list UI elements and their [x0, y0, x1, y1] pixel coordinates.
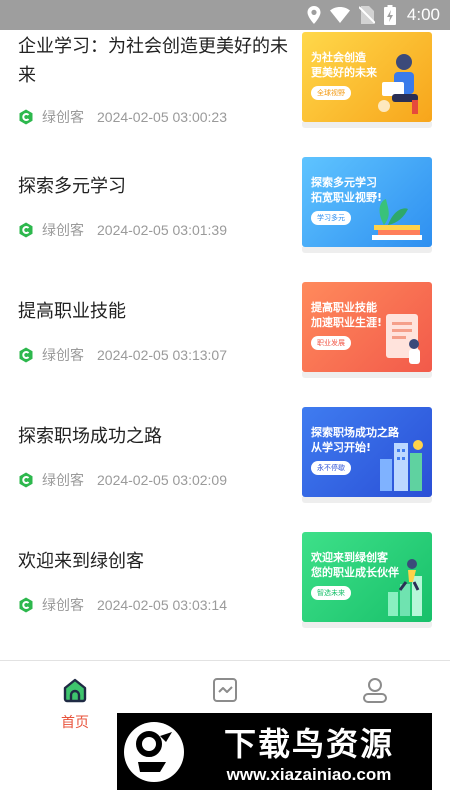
- article-title[interactable]: 探索多元学习: [18, 172, 293, 201]
- source-name: 绿创客: [42, 348, 84, 364]
- article-thumbnail[interactable]: 提高职业技能 加速职业生涯! 职业发展: [302, 282, 432, 372]
- thumbnail-line: 提高职业技能: [311, 301, 377, 314]
- thumbnail-line: 更美好的未来: [311, 66, 377, 79]
- home-icon: [63, 678, 87, 703]
- thumbnail-tag: 学习多元: [311, 211, 351, 225]
- battery-charging-icon: [383, 5, 396, 25]
- article-meta: 绿创客 2024-02-05 03:13:07: [18, 345, 227, 365]
- thumbnail-line: 加速职业生涯!: [311, 316, 383, 329]
- thumbnail-shadow: [302, 372, 432, 378]
- article-thumbnail[interactable]: 欢迎来到绿创客 您的职业成长伙伴 智选未来: [302, 532, 432, 622]
- bird-logo: [124, 722, 184, 782]
- article-feed[interactable]: 企业学习：为社会创造更美好的未来 绿创客 2024-02-05 03:00:23…: [0, 30, 450, 660]
- location-icon: [307, 6, 321, 24]
- thumbnail-line: 从学习开始!: [311, 441, 372, 454]
- article-title[interactable]: 企业学习：为社会创造更美好的未来: [18, 32, 293, 90]
- publish-date: 2024-02-05 03:01:39: [97, 222, 227, 238]
- source-logo-icon: [19, 472, 33, 488]
- thumbnail-shadow: [302, 497, 432, 503]
- status-icons: 4:00: [307, 0, 440, 30]
- article-title[interactable]: 欢迎来到绿创客: [18, 547, 293, 576]
- thumbnail-tag: 职业发展: [311, 336, 351, 350]
- article-item[interactable]: 探索职场成功之路 绿创客 2024-02-05 03:02:09 探索职场成功之…: [0, 405, 450, 530]
- article-meta: 绿创客 2024-02-05 03:01:39: [18, 220, 227, 240]
- article-item[interactable]: 企业学习：为社会创造更美好的未来 绿创客 2024-02-05 03:00:23…: [0, 30, 450, 155]
- status-time: 4:00: [406, 5, 440, 24]
- watermark-title: 下载鸟资源: [223, 725, 394, 763]
- publish-date: 2024-02-05 03:02:09: [97, 472, 227, 488]
- article-thumbnail[interactable]: 探索职场成功之路 从学习开始! 永不停歇: [302, 407, 432, 497]
- article-item[interactable]: 探索多元学习 绿创客 2024-02-05 03:01:39 探索多元学习 拓宽…: [0, 155, 450, 280]
- profile-icon: [363, 678, 387, 703]
- article-title[interactable]: 探索职场成功之路: [18, 422, 293, 451]
- status-bar: 4:00: [0, 0, 450, 30]
- source-name: 绿创客: [42, 110, 84, 126]
- publish-date: 2024-02-05 03:13:07: [97, 347, 227, 363]
- climbing-person-art: [388, 559, 422, 616]
- thumbnail-shadow: [302, 622, 432, 628]
- chart-icon: [213, 678, 237, 702]
- article-item[interactable]: 提高职业技能 绿创客 2024-02-05 03:13:07 提高职业技能 加速…: [0, 280, 450, 405]
- thumbnail-tag: 永不停歇: [311, 461, 351, 475]
- article-meta: 绿创客 2024-02-05 03:00:23: [18, 107, 227, 127]
- article-thumbnail[interactable]: 探索多元学习 拓宽职业视野! 学习多元: [302, 157, 432, 247]
- source-name: 绿创客: [42, 473, 84, 489]
- publish-date: 2024-02-05 03:00:23: [97, 109, 227, 125]
- article-title[interactable]: 提高职业技能: [18, 297, 293, 326]
- document-person-art: [386, 314, 420, 364]
- watermark-banner: 下载鸟资源 www.xiazainiao.com: [117, 713, 432, 790]
- source-logo-icon: [19, 222, 33, 238]
- reading-person-art: [378, 54, 418, 114]
- thumbnail-tag: 智选未来: [311, 586, 351, 600]
- source-logo-icon: [19, 597, 33, 613]
- thumbnail-line: 探索多元学习: [311, 176, 377, 189]
- source-name: 绿创客: [42, 598, 84, 614]
- publish-date: 2024-02-05 03:03:14: [97, 597, 227, 613]
- article-item[interactable]: 欢迎来到绿创客 绿创客 2024-02-05 03:03:14 欢迎来到绿创客 …: [0, 530, 450, 655]
- thumbnail-line: 为社会创造: [311, 51, 366, 64]
- thumbnail-shadow: [302, 122, 432, 128]
- thumbnail-line: 欢迎来到绿创客: [311, 551, 388, 564]
- no-sim-icon: [358, 6, 375, 24]
- article-meta: 绿创客 2024-02-05 03:02:09: [18, 470, 227, 490]
- thumbnail-shadow: [302, 247, 432, 253]
- wifi-icon: [329, 7, 350, 23]
- source-logo-icon: [19, 347, 33, 363]
- books-plant-art: [372, 199, 422, 240]
- buildings-art: [380, 440, 423, 491]
- article-meta: 绿创客 2024-02-05 03:03:14: [18, 595, 227, 615]
- source-logo-icon: [19, 109, 33, 125]
- watermark-url: www.xiazainiao.com: [226, 765, 392, 784]
- thumbnail-tag: 全球视野: [311, 86, 351, 100]
- source-name: 绿创客: [42, 223, 84, 239]
- article-thumbnail[interactable]: 为社会创造 更美好的未来 全球视野: [302, 32, 432, 122]
